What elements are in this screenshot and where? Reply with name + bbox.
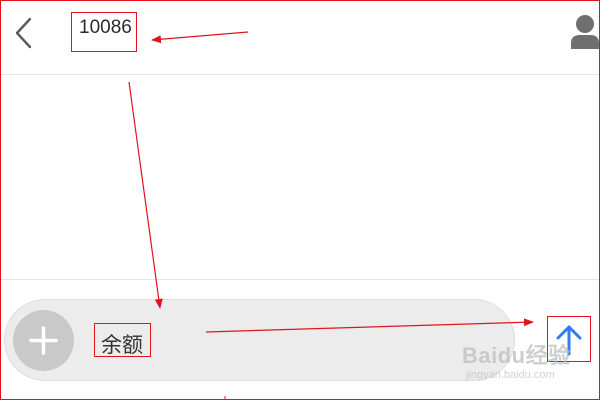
watermark-brand: Baidu经验	[462, 343, 571, 368]
attach-button[interactable]	[13, 310, 74, 371]
contact-details-button[interactable]	[570, 14, 600, 50]
title-annotation-box	[71, 12, 137, 52]
input-annotation-box	[94, 323, 151, 357]
person-icon	[571, 15, 599, 49]
composer-divider	[1, 279, 599, 280]
back-button[interactable]	[9, 13, 39, 53]
plus-icon	[29, 326, 58, 355]
chevron-left-icon	[15, 17, 32, 49]
message-input[interactable]	[4, 299, 515, 381]
watermark-url: jingyan.baidu.com	[466, 369, 555, 381]
message-thread	[1, 75, 599, 278]
